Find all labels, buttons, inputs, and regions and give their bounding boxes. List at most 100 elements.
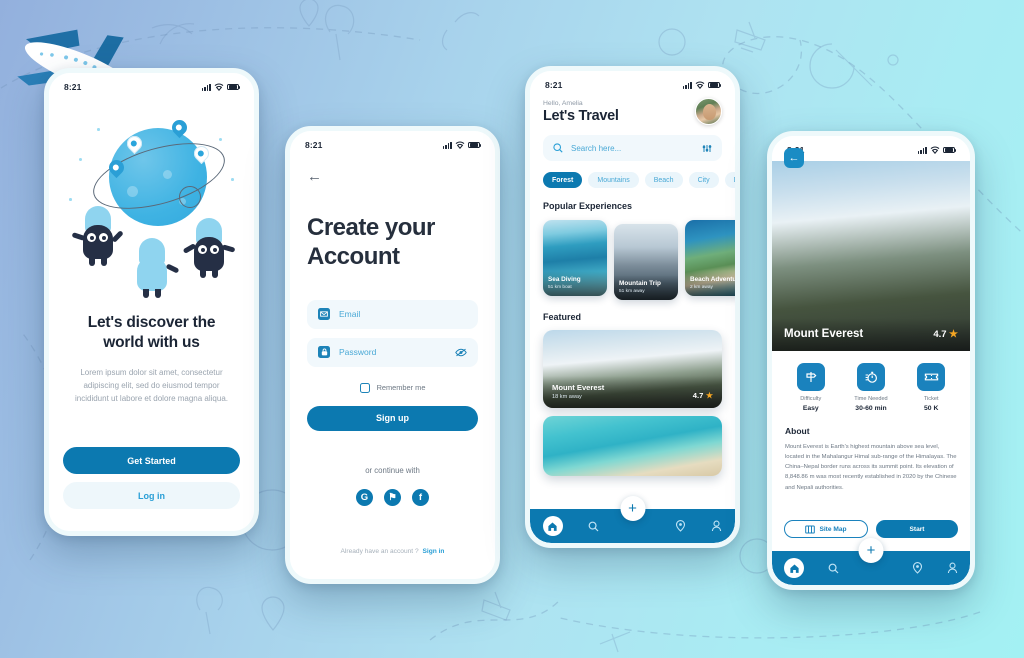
lock-icon <box>318 346 330 359</box>
detail-title: Mount Everest <box>784 328 864 340</box>
wifi-icon <box>455 141 465 149</box>
status-bar: 8:21 <box>290 131 495 152</box>
featured-card[interactable]: Mount Everest 18 km away 4.7 ★ <box>543 330 722 408</box>
featured-section-title: Featured <box>543 312 582 322</box>
card-title: Mountain Trip <box>619 280 661 288</box>
nav-home[interactable] <box>542 516 563 536</box>
phone-home: 8:21 Hello, Amelia Let's Travel Search h… <box>525 66 740 548</box>
sign-up-button[interactable]: Sign up <box>307 405 478 431</box>
signal-icon <box>917 146 927 154</box>
fact-label: Time Needed <box>854 396 888 402</box>
fact-value: 30-60 min <box>855 405 887 412</box>
card-distance: 51 km boat <box>548 285 572 290</box>
chip-city[interactable]: City <box>688 172 719 188</box>
experience-card[interactable]: Beach Adventure 2 km away <box>685 220 735 296</box>
stopwatch-icon <box>856 363 885 391</box>
facebook-button[interactable]: f <box>412 488 429 506</box>
get-started-button[interactable]: Get Started <box>63 447 240 474</box>
nav-location[interactable] <box>912 562 923 574</box>
experience-card[interactable]: Mountain Trip 51 km away <box>614 224 678 300</box>
back-button[interactable]: ← <box>784 148 804 168</box>
chip-beach[interactable]: Beach <box>644 172 683 188</box>
onboarding-body: Lorem ipsum dolor sit amet, consectetur … <box>75 367 228 404</box>
password-field[interactable]: Password <box>307 337 478 367</box>
search-placeholder: Search here... <box>571 143 622 153</box>
star-icon: ★ <box>949 329 958 340</box>
signpost-icon <box>796 363 825 391</box>
card-title: Beach Adventure <box>690 276 735 284</box>
chip-mountains[interactable]: Mountains <box>588 172 639 188</box>
battery-icon <box>227 83 241 91</box>
star-icon: ★ <box>705 391 713 400</box>
card-distance: 51 km away <box>619 289 645 294</box>
twitter-button[interactable]: ⚑ <box>384 488 401 506</box>
fact-value: Easy <box>802 405 819 412</box>
google-button[interactable]: G <box>356 488 373 506</box>
featured-distance: 18 km away <box>552 394 582 400</box>
site-map-button[interactable]: Site Map <box>784 520 868 538</box>
status-bar: 8:21 <box>530 71 735 92</box>
phone-signup: 8:21 ← Create your Account Email Passwor… <box>285 126 500 584</box>
experience-card[interactable]: Sea Diving 51 km boat <box>543 220 607 296</box>
signal-icon <box>201 83 211 91</box>
map-icon <box>805 525 816 533</box>
detail-hero-image: Mount Everest 4.7 ★ <box>772 161 970 351</box>
nav-search[interactable] <box>588 521 599 532</box>
remember-me-checkbox[interactable] <box>359 382 370 393</box>
fact-value: 50 K <box>924 405 939 412</box>
email-field[interactable]: Email <box>307 299 478 329</box>
nav-profile[interactable] <box>711 520 722 532</box>
featured-rating: 4.7 <box>692 391 704 400</box>
mail-icon <box>318 308 330 321</box>
add-fab-button[interactable]: + <box>620 496 645 521</box>
start-button[interactable]: Start <box>876 520 958 538</box>
filter-icon[interactable] <box>702 144 712 153</box>
avatar[interactable] <box>695 98 722 125</box>
log-in-button[interactable]: Log in <box>63 482 240 509</box>
card-title: Sea Diving <box>548 276 581 284</box>
sign-in-link[interactable]: Sign in <box>422 548 444 555</box>
fact-difficulty: Difficulty Easy <box>796 363 825 412</box>
fact-time: Time Needed 30-60 min <box>854 363 888 412</box>
featured-card[interactable] <box>543 416 722 476</box>
site-map-label: Site Map <box>819 525 847 533</box>
wifi-icon <box>214 83 224 91</box>
nav-profile[interactable] <box>947 562 958 574</box>
signal-icon <box>682 81 692 89</box>
fact-ticket: Ticket 50 K <box>917 363 946 412</box>
popular-section-title: Popular Experiences <box>543 201 633 211</box>
about-title: About <box>785 426 810 436</box>
nav-location[interactable] <box>675 520 686 532</box>
signin-prompt: Already have an account ? <box>340 548 419 555</box>
card-distance: 2 km away <box>690 285 713 290</box>
fact-label: Difficulty <box>800 396 822 402</box>
onboarding-illustration <box>49 98 254 303</box>
back-arrow-icon[interactable]: ← <box>307 168 478 185</box>
status-time: 8:21 <box>64 82 82 92</box>
ticket-icon <box>917 363 946 391</box>
search-input[interactable]: Search here... <box>543 135 722 161</box>
signup-title: Create your Account <box>307 214 435 270</box>
search-icon <box>553 143 563 153</box>
chip-diving[interactable]: Diving <box>724 172 735 188</box>
remember-me-label: Remember me <box>376 383 426 393</box>
phone-detail: 8:21 ← Mount Everest 4.7 ★ Difficulty Ea… <box>767 131 975 590</box>
email-placeholder: Email <box>339 309 361 320</box>
divider-text: or continue with <box>365 465 420 475</box>
eye-off-icon[interactable] <box>455 348 467 357</box>
signal-icon <box>442 141 452 149</box>
battery-icon <box>943 146 957 154</box>
onboarding-title: Let's discover the world with us <box>87 314 216 352</box>
add-fab-button[interactable]: + <box>858 538 884 563</box>
password-placeholder: Password <box>339 347 377 358</box>
chip-forest[interactable]: Forest <box>543 172 583 188</box>
about-text: Mount Everest is Earth's highest mountai… <box>785 444 957 491</box>
status-bar: 8:21 <box>49 73 254 94</box>
facts-row: Difficulty Easy Time Needed 30-60 min Ti… <box>772 351 970 412</box>
status-time: 8:21 <box>545 80 563 90</box>
featured-title: Mount Everest <box>552 383 605 392</box>
nav-home[interactable] <box>784 558 804 578</box>
status-time: 8:21 <box>305 140 323 150</box>
wifi-icon <box>930 146 940 154</box>
nav-search[interactable] <box>828 563 839 574</box>
